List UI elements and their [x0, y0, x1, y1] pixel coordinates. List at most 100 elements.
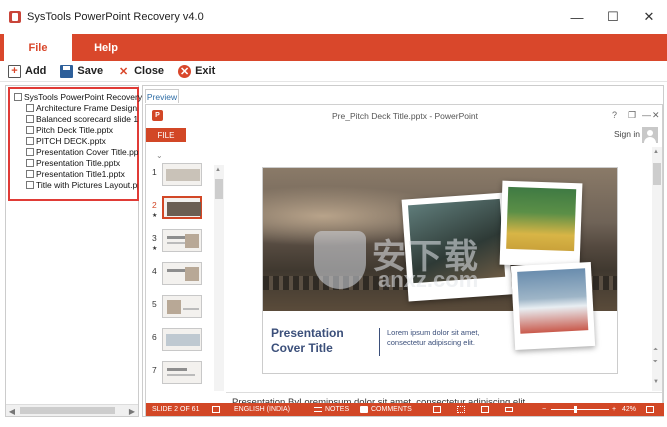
tree-item[interactable]: Presentation Title.pptx — [26, 157, 138, 168]
scroll-right-icon[interactable]: ▶ — [126, 405, 138, 417]
sign-in-link[interactable]: Sign in — [614, 129, 640, 139]
scrollbar-thumb[interactable] — [653, 163, 661, 185]
scrollbar-thumb[interactable] — [20, 407, 115, 414]
slide-divider — [379, 328, 380, 356]
exit-button[interactable]: ✕ Exit — [178, 64, 216, 78]
tab-preview[interactable]: Preview — [145, 89, 179, 103]
slide-thumbnail[interactable]: 2 ★ — [150, 196, 222, 226]
slide-photo-frame — [510, 261, 596, 351]
tab-file[interactable]: File — [4, 34, 72, 61]
slide-number: 7 — [152, 365, 157, 375]
normal-view-icon[interactable] — [433, 403, 444, 416]
slide-sorter-icon[interactable] — [457, 403, 468, 416]
slide-thumbnail-image — [162, 196, 202, 219]
close-icon[interactable]: ✕ — [652, 110, 660, 121]
slide-number: 5 — [152, 299, 157, 309]
tree-item-checkbox[interactable] — [26, 180, 34, 189]
slide-thumbnail[interactable]: 6 — [150, 328, 222, 358]
user-avatar-icon[interactable] — [642, 127, 658, 143]
slide-thumbnail[interactable]: 3 ★ — [150, 229, 222, 259]
tree-item[interactable]: Architecture Frame Design.p — [26, 102, 138, 113]
add-button[interactable]: + Add — [8, 64, 46, 78]
scroll-left-icon[interactable]: ◀ — [6, 405, 18, 417]
app-logo-icon — [9, 11, 21, 23]
floppy-disk-icon — [60, 64, 74, 78]
tree-root[interactable]: SysTools PowerPoint Recovery — [14, 91, 142, 102]
fit-to-window-icon[interactable] — [646, 403, 657, 416]
next-slide-icon[interactable]: ⏷ — [653, 359, 658, 366]
slide-title: Presentation Cover Title — [271, 326, 344, 355]
tree-item-checkbox[interactable] — [26, 147, 34, 156]
tree-item-checkbox[interactable] — [26, 114, 34, 123]
pp-file-button[interactable]: FILE — [146, 128, 186, 142]
minimize-icon[interactable]: — — [642, 110, 651, 120]
tree-root-checkbox[interactable] — [14, 92, 22, 101]
comments-button[interactable]: COMMENTS — [360, 403, 412, 416]
title-bar: SysTools PowerPoint Recovery v4.0 — ☐ ✕ — [0, 0, 667, 34]
slide-thumbnails: 1 2 ★ 3 ★ 4 5 6 7 — [150, 163, 224, 391]
scroll-up-icon[interactable]: ▲ — [653, 149, 659, 155]
watermark: 安下载 anxz.com — [314, 225, 504, 295]
window-title: SysTools PowerPoint Recovery v4.0 — [27, 11, 204, 23]
zoom-slider[interactable] — [551, 409, 609, 410]
tree-item[interactable]: Title with Pictures Layout.pp — [26, 179, 138, 190]
shield-icon — [314, 231, 366, 289]
reading-view-icon[interactable] — [481, 403, 492, 416]
tree-item[interactable]: PITCH DECK.pptx — [26, 135, 138, 146]
tree-item-checkbox[interactable] — [26, 169, 34, 178]
slide-number: 6 — [152, 332, 157, 342]
tree-item[interactable]: Presentation Cover Title.ppt — [26, 146, 138, 157]
zoom-slider-knob[interactable] — [574, 406, 577, 413]
scrollbar-thumb[interactable] — [215, 179, 223, 199]
tree-item-checkbox[interactable] — [26, 136, 34, 145]
close-button[interactable]: ✕ Close — [117, 65, 164, 78]
tree-item-checkbox[interactable] — [26, 125, 34, 134]
tree-item[interactable]: Presentation Title1.pptx — [26, 168, 138, 179]
slide-counter: SLIDE 2 OF 61 — [152, 406, 200, 413]
prev-slide-icon[interactable]: ⏶ — [653, 347, 658, 354]
tree-root-label: SysTools PowerPoint Recovery — [24, 91, 143, 102]
watermark-url: anxz.com — [378, 267, 479, 292]
tree-item-label: Architecture Frame Design.p — [36, 102, 138, 113]
chevron-down-icon[interactable]: ⌄ — [156, 151, 163, 160]
status-bar: SLIDE 2 OF 61 ENGLISH (INDIA) NOTES COMM… — [146, 403, 664, 416]
close-window-button[interactable]: ✕ — [631, 0, 667, 34]
restore-icon[interactable]: ❐ — [628, 110, 636, 121]
slide-thumbnail[interactable]: 4 — [150, 262, 222, 292]
slide-number: 1 — [152, 167, 157, 177]
zoom-out-icon[interactable]: − — [542, 403, 546, 416]
maximize-button[interactable]: ☐ — [595, 0, 631, 34]
notes-button[interactable]: NOTES — [314, 403, 349, 416]
slide-scrollbar[interactable]: ▲ ⏶ ⏷ ▼ — [652, 147, 662, 391]
tree-item-label: Presentation Cover Title.ppt — [36, 146, 138, 157]
spellcheck-icon[interactable] — [212, 403, 223, 416]
scroll-down-icon[interactable]: ▼ — [653, 379, 659, 385]
tree-item-label: Presentation Title1.pptx — [36, 168, 125, 179]
ribbon-tabs: File Help — [0, 34, 667, 61]
tree-item-checkbox[interactable] — [26, 103, 34, 112]
minimize-button[interactable]: — — [559, 0, 595, 34]
zoom-level[interactable]: 42% — [622, 403, 636, 416]
language-indicator[interactable]: ENGLISH (INDIA) — [234, 403, 290, 416]
thumbnails-scrollbar[interactable]: ▲ — [214, 165, 224, 391]
tree-item[interactable]: Balanced scorecard slide 1.p — [26, 113, 138, 124]
save-button[interactable]: Save — [60, 64, 103, 78]
tree-horizontal-scrollbar[interactable]: ◀ ▶ — [6, 404, 138, 416]
zoom-in-icon[interactable]: + — [612, 403, 616, 416]
exit-label: Exit — [195, 65, 216, 77]
slide-number: 2 — [152, 200, 157, 210]
notes-label: NOTES — [325, 406, 350, 413]
tree-item-label: PITCH DECK.pptx — [36, 135, 106, 146]
slide-thumbnail[interactable]: 5 — [150, 295, 222, 325]
slide-thumbnail[interactable]: 1 — [150, 163, 222, 193]
slideshow-icon[interactable] — [505, 403, 516, 416]
close-x-icon: ✕ — [118, 65, 129, 78]
slide-number: 3 — [152, 233, 157, 243]
tab-help[interactable]: Help — [84, 34, 128, 61]
tree-item-checkbox[interactable] — [26, 158, 34, 167]
help-icon[interactable]: ? — [612, 110, 617, 120]
scroll-up-icon[interactable]: ▲ — [215, 167, 221, 173]
slide-thumbnail-image — [162, 163, 202, 186]
tree-item[interactable]: Pitch Deck Title.pptx — [26, 124, 138, 135]
slide-thumbnail[interactable]: 7 — [150, 361, 222, 391]
